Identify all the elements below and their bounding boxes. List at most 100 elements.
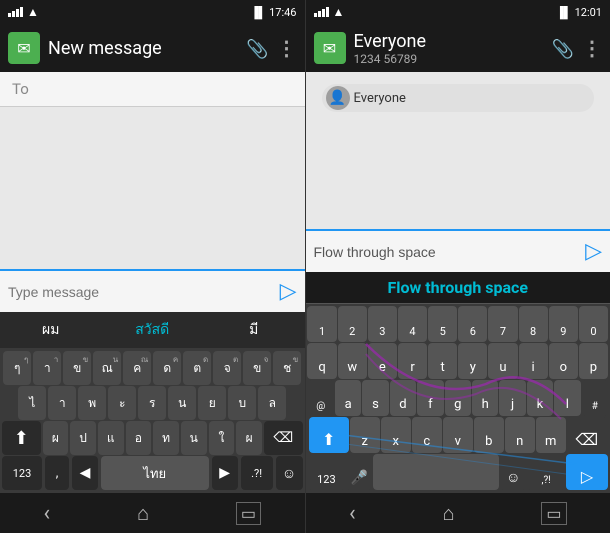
thai-key-1-7[interactable]: ดต	[183, 351, 211, 385]
key-0[interactable]: 0	[579, 306, 608, 342]
key-r[interactable]: r	[398, 343, 427, 379]
key-p[interactable]: p	[579, 343, 608, 379]
thai-comma-key[interactable]: ,	[45, 456, 69, 490]
recent-btn-right[interactable]: ▭	[541, 502, 566, 525]
recent-btn-left[interactable]: ▭	[236, 502, 261, 525]
thai-key-2-8[interactable]: บ	[228, 386, 256, 420]
home-btn-left[interactable]: ⌂	[137, 501, 149, 526]
key-b[interactable]: b	[474, 417, 504, 453]
thai-key-3-4[interactable]: อ	[126, 421, 152, 455]
emoji-key[interactable]: ☺	[500, 454, 526, 490]
thai-suggestion-3[interactable]: มี	[203, 312, 305, 348]
key-9[interactable]: 9	[549, 306, 578, 342]
thai-key-1-9[interactable]: จข	[243, 351, 271, 385]
shift-key[interactable]: ⬆	[309, 417, 349, 453]
key-5[interactable]: 5	[428, 306, 457, 342]
key-s[interactable]: s	[362, 380, 388, 416]
thai-key-2-2[interactable]: า	[48, 386, 76, 420]
key-l[interactable]: l	[554, 380, 580, 416]
thai-key-1-2[interactable]: าา	[33, 351, 61, 385]
thai-punct-key[interactable]: .?!	[241, 456, 273, 490]
more-icon-right[interactable]	[582, 36, 602, 60]
more-icon-left[interactable]	[277, 36, 297, 60]
thai-key-3-2[interactable]: ป	[70, 421, 96, 455]
thai-emoji-key[interactable]: ☺	[276, 456, 303, 490]
thai-key-1-4[interactable]: นณ	[93, 351, 121, 385]
compose-input-right[interactable]	[314, 244, 578, 260]
key-1[interactable]: 1	[307, 306, 336, 342]
key-d[interactable]: d	[390, 380, 416, 416]
thai-key-3-5[interactable]: ท	[153, 421, 179, 455]
thai-key-2-1[interactable]: ไ	[18, 386, 46, 420]
key-e[interactable]: e	[368, 343, 397, 379]
sym-key[interactable]: 123	[308, 454, 346, 490]
thai-key-3-1[interactable]: ผ	[43, 421, 69, 455]
thai-key-2-4[interactable]: ะ	[108, 386, 136, 420]
send-button-right[interactable]: ▷	[585, 239, 602, 264]
compose-input-left[interactable]	[8, 284, 272, 300]
space-key[interactable]	[373, 454, 499, 490]
key-i[interactable]: i	[519, 343, 548, 379]
thai-space-key[interactable]: ไทย	[101, 456, 209, 490]
key-3[interactable]: 3	[368, 306, 397, 342]
recipient-chip[interactable]: 👤 Everyone	[322, 84, 595, 112]
thai-shift-left[interactable]: ⬆	[2, 421, 41, 455]
home-btn-right[interactable]: ⌂	[442, 501, 454, 526]
key-8[interactable]: 8	[519, 306, 548, 342]
key-4[interactable]: 4	[398, 306, 427, 342]
thai-key-1-1[interactable]: ๆๆ	[3, 351, 31, 385]
key-w[interactable]: w	[338, 343, 367, 379]
key-u[interactable]: u	[488, 343, 517, 379]
key-t[interactable]: t	[428, 343, 457, 379]
thai-key-3-7[interactable]: ใ	[209, 421, 235, 455]
thai-arrow-right[interactable]: ▶	[212, 456, 238, 490]
thai-key-1-6[interactable]: คด	[153, 351, 181, 385]
thai-key-3-3[interactable]: แ	[98, 421, 124, 455]
key-j[interactable]: j	[499, 380, 525, 416]
key-n[interactable]: n	[505, 417, 535, 453]
thai-key-2-7[interactable]: ย	[198, 386, 226, 420]
thai-key-1-10[interactable]: ขช	[273, 351, 301, 385]
key-h[interactable]: h	[472, 380, 498, 416]
thai-key-1-5[interactable]: ณค	[123, 351, 151, 385]
key-q[interactable]: q	[307, 343, 336, 379]
thai-key-3-6[interactable]: น	[181, 421, 207, 455]
thai-key-2-3[interactable]: พ	[78, 386, 106, 420]
key-m[interactable]: m	[536, 417, 566, 453]
key-2[interactable]: 2	[338, 306, 367, 342]
thai-key-2-6[interactable]: น	[168, 386, 196, 420]
key-o[interactable]: o	[549, 343, 578, 379]
punct-key[interactable]: ,?!	[527, 454, 565, 490]
attach-icon-right[interactable]	[552, 36, 574, 60]
del-key[interactable]: ⌫	[567, 417, 607, 453]
key-k[interactable]: k	[527, 380, 553, 416]
key-hash[interactable]: #	[582, 380, 608, 416]
key-y[interactable]: y	[458, 343, 487, 379]
thai-suggestion-2[interactable]: สวัสดี	[102, 312, 204, 348]
mic-key[interactable]: 🎤	[346, 454, 372, 490]
thai-key-3-8[interactable]: ผ	[236, 421, 262, 455]
key-g[interactable]: g	[445, 380, 471, 416]
thai-key-1-8[interactable]: ตจ	[213, 351, 241, 385]
key-x[interactable]: x	[381, 417, 411, 453]
key-v[interactable]: v	[443, 417, 473, 453]
send-button-left[interactable]: ▷	[280, 279, 297, 304]
thai-suggestion-1[interactable]: ผม	[0, 312, 102, 348]
thai-key-2-5[interactable]: ร	[138, 386, 166, 420]
key-f[interactable]: f	[417, 380, 443, 416]
thai-arrow-left[interactable]: ◀	[72, 456, 98, 490]
back-btn-left[interactable]: ‹	[43, 501, 50, 526]
enter-key[interactable]: ▷	[566, 454, 608, 490]
to-input[interactable]	[37, 81, 293, 98]
key-z[interactable]: z	[350, 417, 380, 453]
thai-del-key[interactable]: ⌫	[264, 421, 303, 455]
key-a[interactable]: a	[335, 380, 361, 416]
key-7[interactable]: 7	[488, 306, 517, 342]
key-6[interactable]: 6	[458, 306, 487, 342]
thai-num-key[interactable]: 123	[2, 456, 42, 490]
thai-key-2-9[interactable]: ล	[258, 386, 286, 420]
key-at[interactable]: @	[308, 380, 334, 416]
back-btn-right[interactable]: ‹	[349, 501, 356, 526]
attach-icon-left[interactable]	[246, 36, 268, 60]
thai-key-1-3[interactable]: ขข	[63, 351, 91, 385]
